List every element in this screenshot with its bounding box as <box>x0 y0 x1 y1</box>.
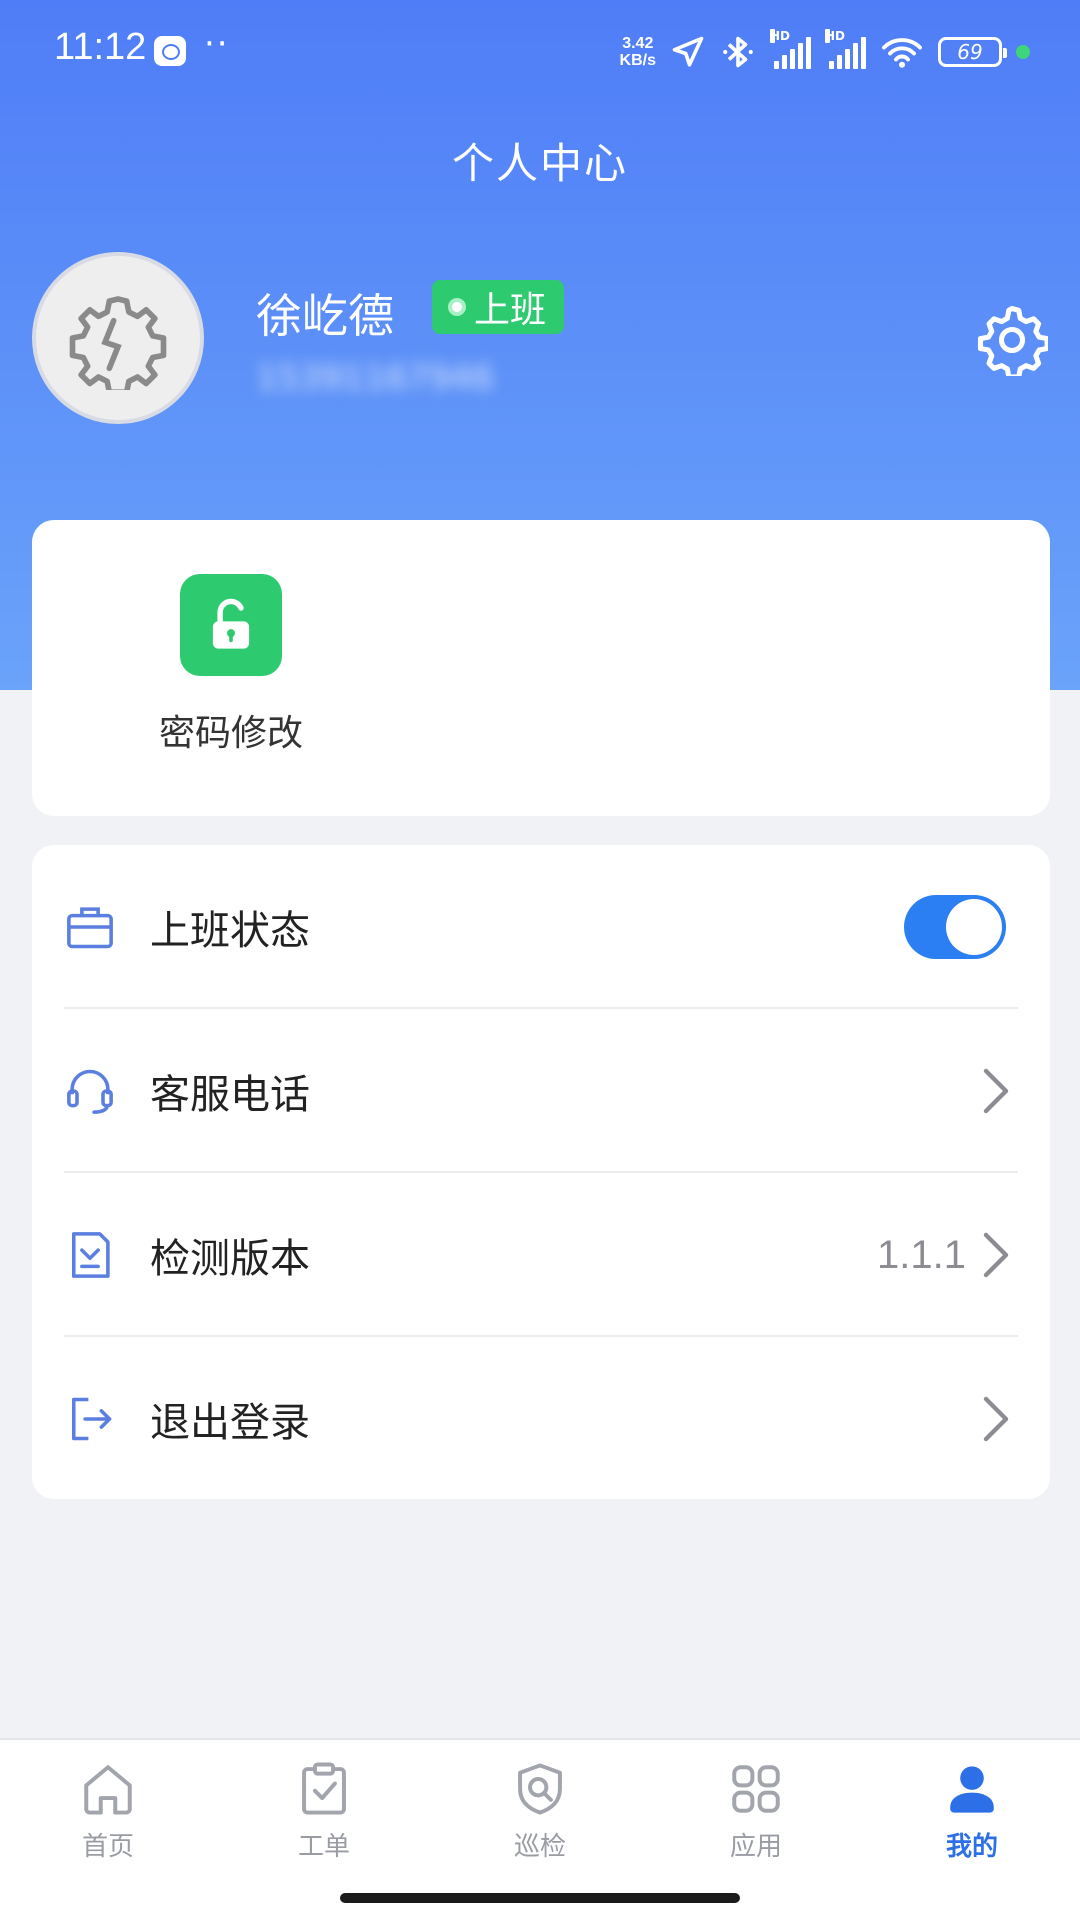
user-phone: 15391167946 <box>256 358 494 398</box>
broken-gear-icon <box>69 296 167 390</box>
bluetooth-icon <box>723 36 753 68</box>
quick-actions-card: 密码修改 <box>32 520 1050 816</box>
change-password-button[interactable]: 密码修改 <box>126 574 336 756</box>
page-title: 个人中心 <box>451 139 628 188</box>
tab-label: 我的 <box>945 1832 998 1862</box>
clipboard-icon <box>302 1762 346 1815</box>
chevron-right-icon <box>983 1232 1009 1278</box>
tab-profile[interactable]: 我的 <box>864 1760 1080 1870</box>
shield-search-icon <box>518 1763 562 1815</box>
tab-label: 首页 <box>81 1832 134 1862</box>
status-time: 11:12 <box>54 26 147 68</box>
hd-label: HD <box>825 29 846 43</box>
network-speed-value: 3.42 <box>622 35 654 52</box>
menu-item-label: 客服电话 <box>150 1072 310 1118</box>
status-dot <box>448 298 466 316</box>
status-bar: 11:12 ·· 3.42 KB/s HD HD 69 <box>0 0 1080 100</box>
menu-item-label: 检测版本 <box>150 1236 310 1282</box>
duty-status-toggle[interactable] <box>904 895 1006 959</box>
network-speed-unit: KB/s <box>619 52 656 69</box>
tab-apps[interactable]: 应用 <box>648 1760 864 1870</box>
user-name: 徐屹德 <box>256 289 394 343</box>
app-version: 1.1.1 <box>877 1232 966 1277</box>
signal-sim1-icon: HD <box>770 29 811 69</box>
briefcase-icon <box>67 907 113 949</box>
home-icon <box>84 1765 132 1815</box>
wifi-icon <box>882 38 922 68</box>
status-indicators: 3.42 KB/s HD HD 69 <box>620 29 1030 74</box>
signal-sim2-icon: HD <box>825 29 866 69</box>
home-indicator[interactable] <box>340 1893 740 1903</box>
user-icon <box>950 1766 994 1813</box>
chevron-right-icon <box>983 1068 1009 1114</box>
tab-inspection[interactable]: 巡检 <box>432 1760 648 1870</box>
menu-item-duty-status: 上班状态 <box>32 845 1050 1009</box>
headset-icon <box>67 1069 113 1114</box>
tab-work-orders[interactable]: 工单 <box>216 1760 432 1870</box>
tab-label: 工单 <box>297 1832 350 1862</box>
quick-icon-tile <box>180 574 282 676</box>
location-arrow-icon <box>672 36 704 67</box>
privacy-indicator-dot <box>1016 45 1030 59</box>
toggle-knob <box>946 899 1002 955</box>
menu-item-label: 上班状态 <box>150 908 310 954</box>
tab-label: 巡检 <box>513 1832 566 1862</box>
grid-icon <box>732 1765 780 1813</box>
message-notification-icon <box>154 36 186 66</box>
menu-item-check-version[interactable]: 检测版本 1.1.1 <box>32 1173 1050 1337</box>
hd-label: HD <box>770 29 791 43</box>
menu-item-label: 退出登录 <box>150 1400 310 1446</box>
logout-icon <box>71 1397 112 1441</box>
chevron-right-icon <box>983 1396 1009 1442</box>
menu-item-logout[interactable]: 退出登录 <box>32 1337 1050 1501</box>
quick-action-label: 密码修改 <box>158 713 303 754</box>
status-badge-label: 上班 <box>474 290 547 331</box>
tab-label: 应用 <box>729 1832 782 1862</box>
status-badge: 上班 <box>432 280 565 334</box>
menu-item-customer-service[interactable]: 客服电话 <box>32 1009 1050 1173</box>
more-notifications-dots: ·· <box>204 24 230 64</box>
download-doc-icon <box>71 1232 110 1278</box>
tab-home[interactable]: 首页 <box>0 1760 216 1870</box>
network-speed: 3.42 KB/s <box>620 35 656 69</box>
gear-icon[interactable] <box>976 304 1048 376</box>
avatar[interactable] <box>32 252 204 424</box>
unlock-icon <box>212 598 250 649</box>
battery-icon: 69 <box>938 37 1007 67</box>
settings-menu: 上班状态 客服电话 检测版本 1.1.1 退出登录 <box>32 845 1050 1499</box>
